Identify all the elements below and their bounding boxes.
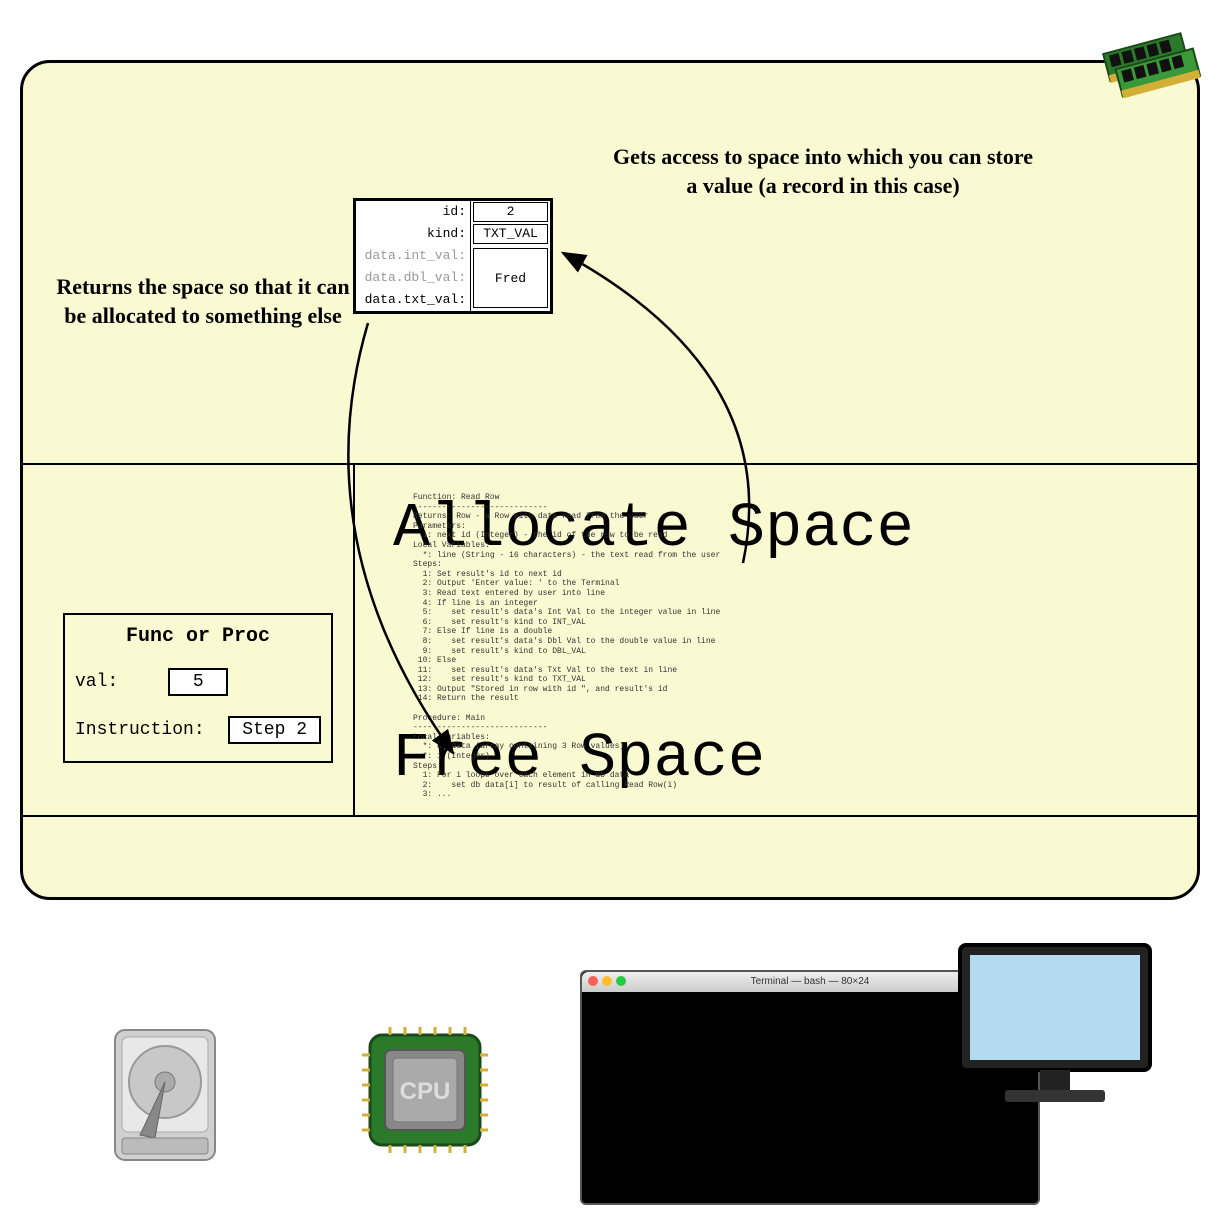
divider-horizontal-bottom: [23, 815, 1197, 817]
record-table: id: 2 kind: TXT_VAL data.int_val: data.d…: [353, 198, 553, 314]
val-label: val:: [75, 672, 118, 692]
annotation-returns-space: Returns the space so that it can be allo…: [48, 273, 358, 330]
record-label-id: id:: [356, 201, 471, 223]
record-value-id: 2: [473, 202, 548, 222]
hard-drive-icon: [100, 1020, 230, 1170]
pseudocode-listing: Function: Read Row ---------------------…: [413, 493, 843, 800]
zoom-traffic-light: [616, 976, 626, 986]
cpu-icon: CPU: [360, 1025, 490, 1155]
val-value: 5: [168, 668, 228, 696]
func-or-proc-box: Func or Proc val: 5 Instruction: Step 2: [63, 613, 333, 763]
close-traffic-light: [588, 976, 598, 986]
monitor-icon: [950, 935, 1160, 1115]
memory-container: Gets access to space into which you can …: [20, 60, 1200, 900]
divider-vertical: [353, 463, 355, 817]
func-title: Func or Proc: [65, 615, 331, 663]
record-union-value: Fred: [473, 248, 548, 308]
terminal-title: Terminal — bash — 80×24: [751, 976, 870, 987]
divider-horizontal-top: [23, 463, 1197, 465]
record-label-kind: kind:: [356, 223, 471, 245]
annotation-gets-access: Gets access to space into which you can …: [613, 143, 1033, 200]
record-value-kind: TXT_VAL: [473, 224, 548, 244]
ram-icon: [1087, 13, 1207, 113]
minimize-traffic-light: [602, 976, 612, 986]
record-label-int-val: data.int_val:: [356, 245, 470, 267]
record-label-dbl-val: data.dbl_val:: [356, 267, 470, 289]
instruction-value: Step 2: [228, 716, 321, 744]
instruction-label: Instruction:: [75, 720, 205, 740]
svg-text:CPU: CPU: [400, 1078, 451, 1105]
record-label-txt-val: data.txt_val:: [356, 289, 470, 311]
